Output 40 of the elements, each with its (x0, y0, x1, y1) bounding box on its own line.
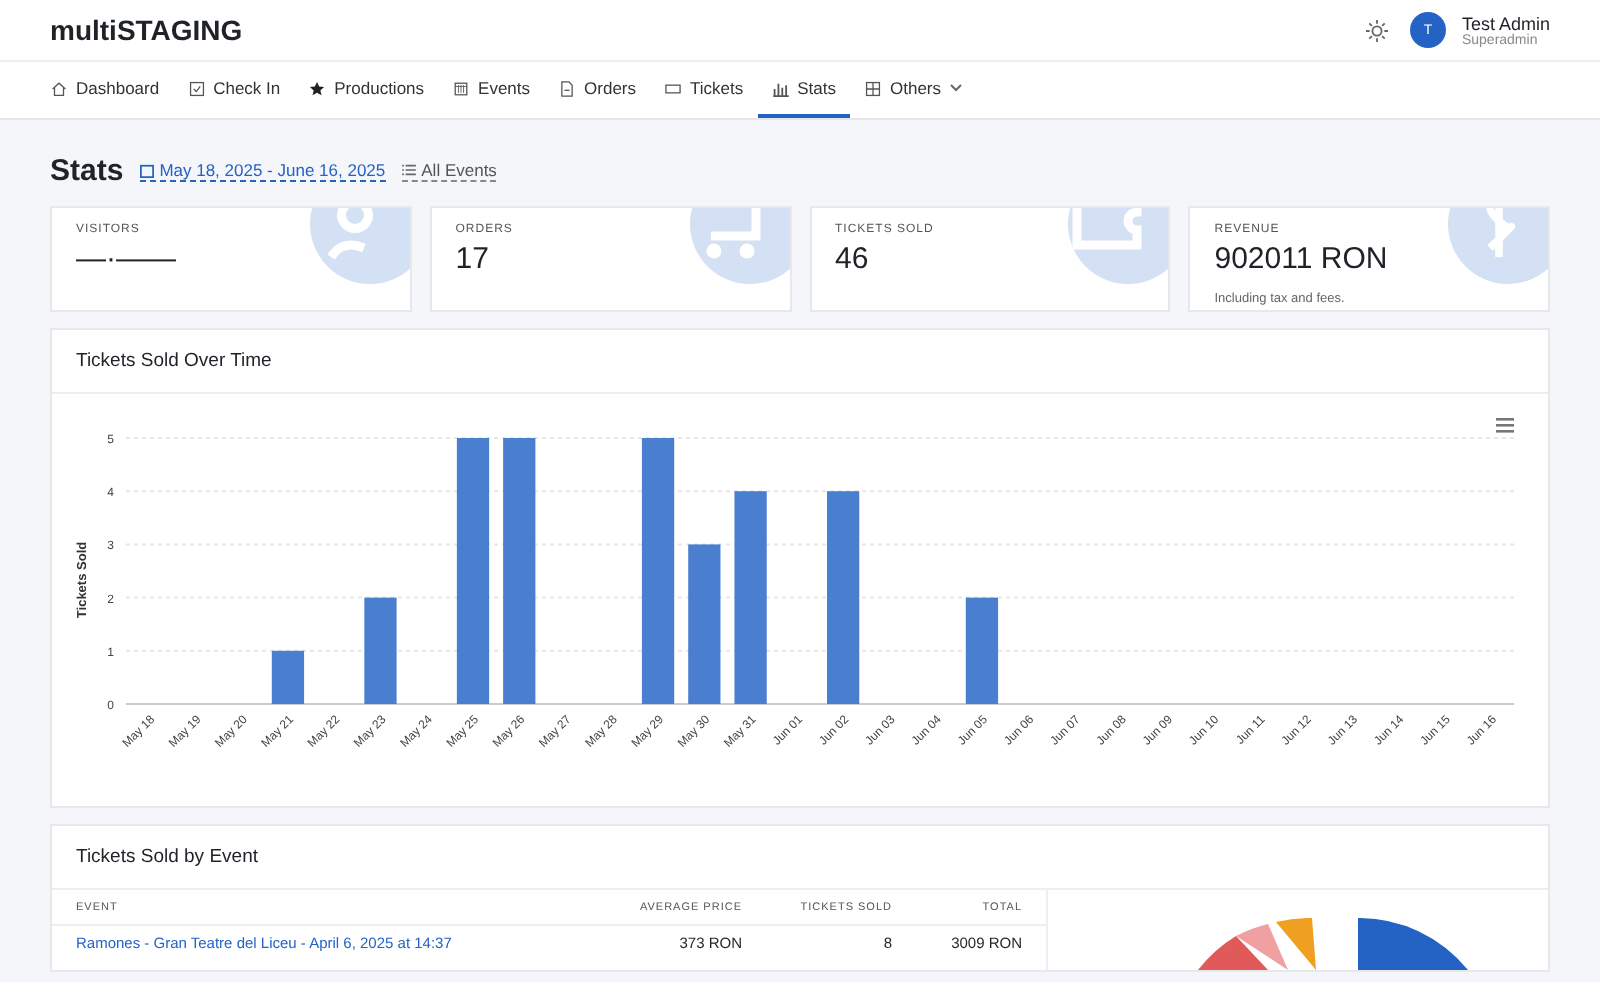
calendar-icon (452, 79, 471, 97)
menu-icon[interactable] (1496, 418, 1514, 433)
bar[interactable] (688, 544, 721, 704)
bar[interactable] (827, 491, 860, 704)
nav-tab[interactable]: Others (850, 62, 976, 118)
nav-tab[interactable]: Dashboard (36, 62, 174, 118)
bar[interactable] (641, 438, 675, 704)
nav-tab[interactable]: Productions (294, 62, 439, 118)
house-icon (50, 79, 68, 97)
grid-icon (864, 79, 882, 97)
sun-icon[interactable] (1365, 19, 1388, 41)
user-name: Test Admin (1461, 13, 1550, 33)
bar[interactable] (456, 438, 490, 704)
page-title: Stats (50, 154, 124, 188)
stat-value: —·—— (76, 242, 178, 276)
checkbox-icon (187, 79, 206, 97)
chart-title: Tickets Sold Over Time (52, 330, 1548, 394)
nav-tab[interactable]: Check In (173, 62, 295, 118)
calendar-icon (139, 163, 154, 177)
caret-icon (949, 84, 962, 92)
nav-tab[interactable]: Events (438, 62, 545, 118)
bar[interactable] (271, 650, 305, 704)
star-icon (308, 79, 327, 97)
list-icon (401, 164, 416, 176)
bar[interactable] (503, 438, 536, 704)
nav-tab[interactable]: Tickets (650, 62, 758, 118)
document-icon (558, 79, 577, 97)
bar[interactable] (965, 597, 999, 704)
nav-tab[interactable]: Stats (757, 62, 850, 118)
bar[interactable] (734, 491, 767, 704)
bar-chart-icon (771, 79, 790, 97)
nav-tab[interactable]: Orders (544, 62, 651, 118)
event-filter-link[interactable]: All Events (401, 160, 497, 182)
stat-value: 902011 RON (1214, 242, 1390, 276)
card-title: Tickets Sold by Event (52, 826, 1548, 890)
app-title: multiSTAGING (50, 14, 243, 46)
stat-value: 46 (835, 242, 871, 276)
bar[interactable] (364, 597, 397, 704)
stat-value: 17 (455, 242, 491, 276)
date-range-link[interactable]: May 18, 2025 - June 16, 2025 (139, 160, 386, 182)
